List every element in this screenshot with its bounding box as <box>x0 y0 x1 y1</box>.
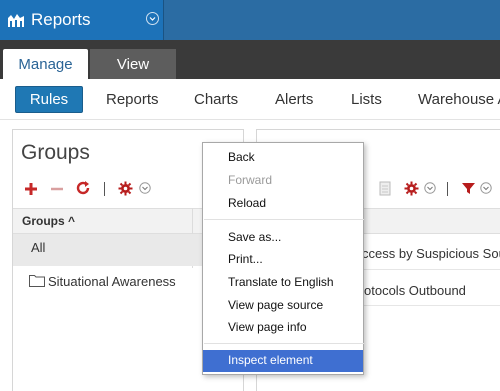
chevron-down-icon[interactable] <box>146 12 159 25</box>
remove-icon[interactable] <box>50 182 64 196</box>
menu-item-label: Inspect element <box>228 353 313 367</box>
top-bar-divider <box>163 0 164 40</box>
toolbar-divider <box>447 182 448 196</box>
group-row-situational-awareness[interactable]: Situational Awareness <box>48 274 176 289</box>
menu-item-inspect-element[interactable]: Inspect element <box>203 350 363 372</box>
chevron-down-icon[interactable] <box>139 182 151 194</box>
app-window: Reports Manage View Rules Reports Charts… <box>0 0 500 391</box>
groups-title: Groups <box>21 141 90 164</box>
groups-column-label[interactable]: Groups ^ <box>22 214 75 228</box>
tab-manage[interactable]: Manage <box>3 49 88 79</box>
rule-row-label: ccess by Suspicious Sou <box>362 246 500 261</box>
tab-view[interactable]: View <box>90 49 176 79</box>
menu-item-translate[interactable]: Translate to English <box>203 272 363 294</box>
menu-item-back[interactable]: Back <box>203 147 363 169</box>
menu-item-view-info[interactable]: View page info <box>203 317 363 339</box>
menu-item-label: Forward <box>228 173 273 187</box>
menu-item-save-as[interactable]: Save as... <box>203 227 363 249</box>
menu-item-label: Translate to English <box>228 275 334 289</box>
menu-item-reload[interactable]: Reload <box>203 193 363 215</box>
filter-icon[interactable] <box>461 181 476 196</box>
folder-icon <box>29 275 45 287</box>
nav-rules-button[interactable]: Rules <box>15 86 83 113</box>
group-row-all-label: All <box>31 240 46 255</box>
toolbar-divider <box>104 182 105 196</box>
copy-icon[interactable] <box>378 181 392 196</box>
refresh-icon[interactable] <box>75 180 91 196</box>
menu-item-label: View page source <box>228 298 324 312</box>
rule-row-label: otocols Outbound <box>364 283 466 298</box>
menu-item-label: Back <box>228 150 255 164</box>
context-menu: Back Forward Reload Save as... Print... … <box>202 142 364 375</box>
settings-gear-icon[interactable] <box>118 181 133 196</box>
menu-item-label: View page info <box>228 320 307 334</box>
menu-item-view-source[interactable]: View page source <box>203 295 363 317</box>
chevron-down-icon[interactable] <box>424 182 436 194</box>
menu-separator <box>204 219 364 220</box>
menu-separator <box>204 343 364 344</box>
app-title: Reports <box>31 10 91 29</box>
menu-item-forward: Forward <box>203 170 363 192</box>
chevron-down-icon[interactable] <box>480 182 492 194</box>
menu-item-label: Reload <box>228 196 267 210</box>
nav-alerts[interactable]: Alerts <box>275 91 313 108</box>
bar-chart-icon <box>8 14 24 27</box>
nav-charts[interactable]: Charts <box>194 91 238 108</box>
nav-warehouse[interactable]: Warehouse A <box>418 91 500 108</box>
menu-item-label: Print... <box>228 252 263 266</box>
settings-gear-icon[interactable] <box>404 181 419 196</box>
menu-item-label: Save as... <box>228 230 282 244</box>
menu-item-print[interactable]: Print... <box>203 249 363 271</box>
nav-lists[interactable]: Lists <box>351 91 382 108</box>
add-icon[interactable] <box>24 182 38 196</box>
app-switcher[interactable]: Reports <box>0 0 163 40</box>
nav-reports[interactable]: Reports <box>106 91 159 108</box>
